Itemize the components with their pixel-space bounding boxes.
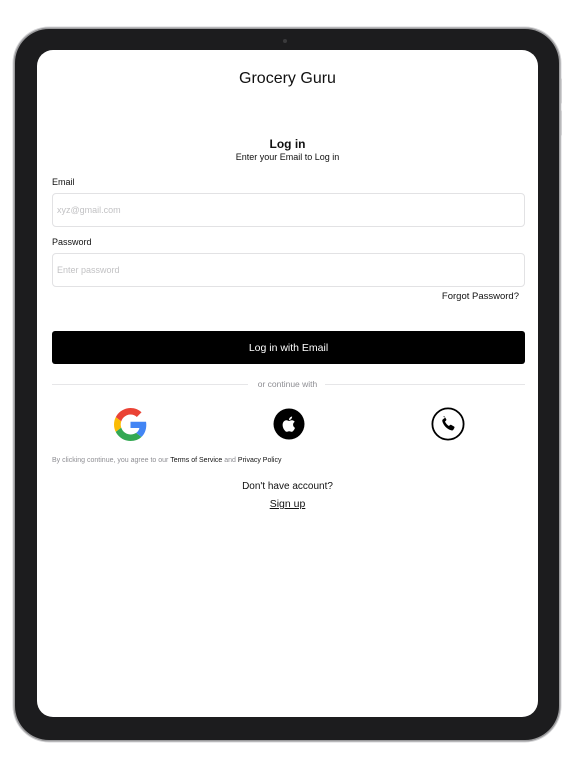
no-account-prompt: Don't have account? bbox=[242, 481, 333, 492]
front-camera bbox=[283, 39, 287, 43]
divider-line-right bbox=[325, 384, 525, 385]
login-with-email-button[interactable]: Log in with Email bbox=[52, 331, 525, 364]
privacy-policy-link[interactable]: Privacy Policy bbox=[238, 457, 282, 464]
forgot-password-link[interactable]: Forgot Password? bbox=[442, 291, 519, 302]
apple-icon bbox=[273, 408, 305, 440]
apple-login-button[interactable] bbox=[272, 407, 306, 441]
login-heading: Log in bbox=[269, 137, 306, 151]
signup-row: Sign up bbox=[37, 498, 538, 510]
volume-up-button bbox=[559, 78, 562, 104]
google-icon bbox=[113, 407, 146, 441]
signup-link[interactable]: Sign up bbox=[270, 498, 306, 510]
email-label: Email bbox=[52, 177, 75, 187]
password-label: Password bbox=[52, 237, 92, 247]
password-input[interactable] bbox=[52, 253, 525, 287]
login-subheading: Enter your Email to Log in bbox=[235, 152, 340, 162]
phone-icon bbox=[431, 407, 465, 441]
terms-prefix: By clicking continue, you agree to our bbox=[52, 457, 169, 464]
phone-login-button[interactable] bbox=[431, 407, 465, 441]
terms-and: and bbox=[224, 457, 236, 464]
app-screen: Grocery Guru Log in Enter your Email to … bbox=[37, 50, 538, 717]
volume-down-button bbox=[559, 110, 562, 136]
terms-of-service-link[interactable]: Terms of Service bbox=[170, 457, 222, 464]
terms-notice: By clicking continue, you agree to our T… bbox=[52, 457, 281, 464]
app-title: Grocery Guru bbox=[239, 70, 336, 87]
email-input[interactable] bbox=[52, 193, 525, 227]
google-login-button[interactable] bbox=[113, 407, 147, 441]
